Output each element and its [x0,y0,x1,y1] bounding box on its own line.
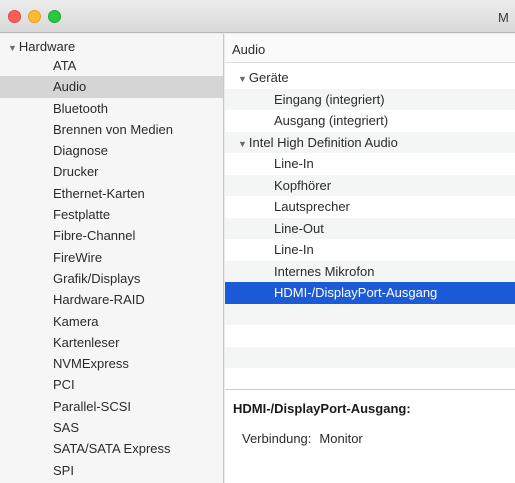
sidebar-item-audio[interactable]: Audio [0,76,223,98]
detail-pane: HDMI-/DisplayPort-Ausgang: Verbindung: Mo… [225,390,515,483]
zoom-window-button[interactable] [48,10,61,23]
tree-row-label: Kopfhörer [274,177,332,193]
tree-row-label: Ausgang (integriert) [274,113,389,128]
disclosure-triangle-icon[interactable]: ▼ [238,74,247,84]
tree-row-label: Lautsprecher [274,199,350,214]
sidebar-section-label: Hardware [18,39,76,54]
sidebar-item-brennen-von-medien[interactable]: Brennen von Medien [0,119,223,140]
detail-title: HDMI-/DisplayPort-Ausgang: [233,401,411,416]
sidebar-item-bluetooth[interactable]: Bluetooth [0,98,223,119]
tree-row-label: Line-In [274,242,314,257]
sidebar-item-sas[interactable]: SAS [0,417,223,438]
content-header: Audio [225,34,515,63]
tree-row[interactable]: Line-Out [225,217,515,239]
sidebar-item-spi[interactable]: SPI [0,460,223,481]
tree-row[interactable]: Line-In [225,153,515,175]
tree-row-label: Line-Out [274,220,324,236]
disclosure-triangle-icon[interactable]: ▼ [8,43,17,53]
empty-row [225,368,515,390]
sidebar-item-ethernet-karten[interactable]: Ethernet-Karten [0,183,223,204]
minimize-window-button[interactable] [28,10,41,23]
sidebar-item-pci[interactable]: PCI [0,374,223,395]
sidebar-item-kamera[interactable]: Kamera [0,311,223,332]
sidebar-item-festplatte[interactable]: Festplatte [0,204,223,225]
empty-row [225,325,515,347]
tree-row[interactable]: HDMI-/DisplayPort-Ausgang [225,282,515,304]
tree-row-label: Line-In [274,156,314,171]
tree-row[interactable]: Lautsprecher [225,196,515,218]
sidebar-item-drucker[interactable]: Drucker [0,161,223,182]
sidebar-list: ATA Audio Bluetooth Brennen von Medien Diagn… [0,55,223,481]
sidebar-item-sata-sata-express[interactable]: SATA/SATA Express [0,438,223,459]
tree-row-label: Geräte [248,70,289,85]
window-title: M [498,10,509,25]
tree-row[interactable]: Eingang (integriert) [225,88,515,110]
sidebar-item-firewire[interactable]: FireWire [0,247,223,268]
tree-row-label: Eingang (integriert) [274,91,385,107]
tree-row[interactable]: ▼ Intel High Definition Audio [225,131,515,153]
sidebar-item-grafik-displays[interactable]: Grafik/Displays [0,268,223,289]
sidebar-item-kartenleser[interactable]: Kartenleser [0,332,223,353]
tree-row[interactable]: Kopfhörer [225,174,515,196]
sidebar-item-diagnose[interactable]: Diagnose [0,140,223,161]
title-bar: M [0,0,515,33]
tree-row[interactable]: Line-In [225,239,515,261]
sidebar-item-hardware-raid[interactable]: Hardware-RAID [0,289,223,310]
sidebar-item-nvmexpress[interactable]: NVMExpress [0,353,223,374]
sidebar: ▼ Hardware ATA Audio Bluetooth Brennen von M… [0,34,224,483]
content-header-title: Audio [232,42,266,57]
disclosure-triangle-icon[interactable]: ▼ [238,139,247,149]
close-window-button[interactable] [8,10,21,23]
tree-row[interactable]: ▼ Geräte [225,67,515,89]
sidebar-item-ata[interactable]: ATA [0,55,223,76]
tree-row-label: Internes Mikrofon [274,263,375,279]
device-tree: ▼ Geräte Eingang (integriert) Ausgang (inte… [225,67,515,390]
empty-row [225,346,515,368]
tree-row[interactable]: Ausgang (integriert) [225,110,515,132]
sidebar-item-fibre-channel[interactable]: Fibre-Channel [0,225,223,246]
empty-row [225,303,515,325]
detail-row-connection: Verbindung: Monitor [242,431,363,446]
tree-row[interactable]: Internes Mikrofon [225,260,515,282]
tree-row-label: HDMI-/DisplayPort-Ausgang [274,285,438,300]
detail-field-label: Verbindung: [242,431,312,446]
tree-row-label: Intel High Definition Audio [248,134,398,150]
detail-field-value: Monitor [319,431,363,446]
sidebar-section-hardware[interactable]: ▼ Hardware [8,39,75,54]
main-panel: Audio ▼ Geräte Eingang (integriert) Ausgang… [225,34,515,483]
sidebar-item-parallel-scsi[interactable]: Parallel-SCSI [0,396,223,417]
